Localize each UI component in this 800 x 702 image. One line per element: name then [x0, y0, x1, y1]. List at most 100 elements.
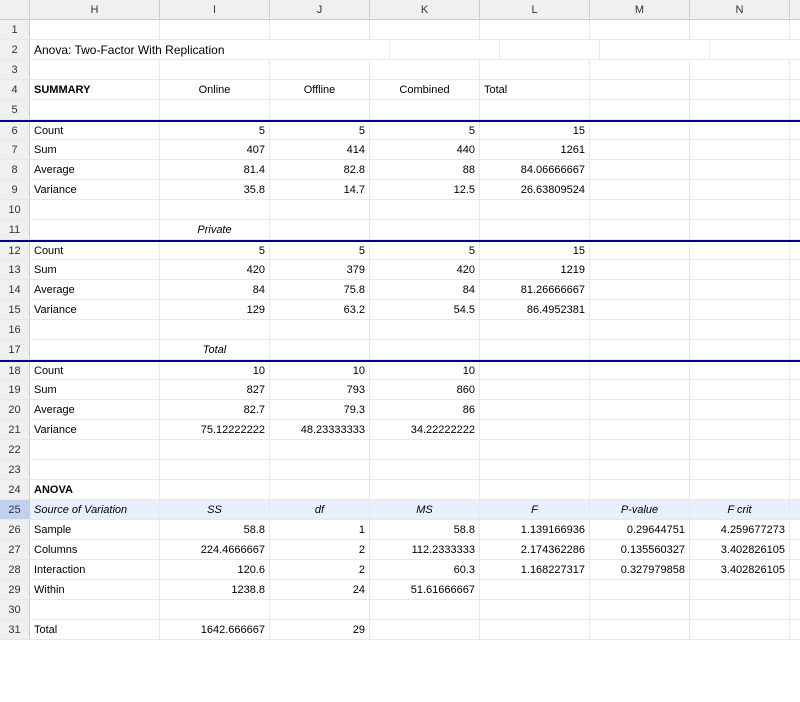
rownum-20: 20	[0, 400, 30, 419]
cell-n21	[690, 420, 790, 439]
cell-j5	[270, 100, 370, 119]
cell-k4: Combined	[370, 80, 480, 99]
cell-l23	[480, 460, 590, 479]
cell-n27: 3.402826105	[690, 540, 790, 559]
cell-k10	[370, 200, 480, 219]
cell-m13	[590, 260, 690, 279]
cell-i22	[160, 440, 270, 459]
rownum-16: 16	[0, 320, 30, 339]
col-header-g	[0, 0, 30, 19]
cell-k16	[370, 320, 480, 339]
row-15: 15 Variance 129 63.2 54.5 86.4952381	[0, 300, 800, 320]
cell-j18: 10	[270, 362, 370, 379]
cell-m29	[590, 580, 690, 599]
cell-k15: 54.5	[370, 300, 480, 319]
cell-n16	[690, 320, 790, 339]
column-headers: H I J K L M N	[0, 0, 800, 20]
cell-l16	[480, 320, 590, 339]
cell-m14	[590, 280, 690, 299]
row-14: 14 Average 84 75.8 84 81.26666667	[0, 280, 800, 300]
rownum-19: 19	[0, 380, 30, 399]
cell-k18: 10	[370, 362, 480, 379]
cell-n4	[690, 80, 790, 99]
cell-j8: 82.8	[270, 160, 370, 179]
cell-n24	[690, 480, 790, 499]
rownum-7: 7	[0, 140, 30, 159]
cell-m31	[590, 620, 690, 639]
cell-m21	[590, 420, 690, 439]
cell-n14	[690, 280, 790, 299]
cell-n29	[690, 580, 790, 599]
cell-m10	[590, 200, 690, 219]
cell-i24	[160, 480, 270, 499]
cell-j22	[270, 440, 370, 459]
cell-h6: Count	[30, 122, 160, 139]
cell-l5	[480, 100, 590, 119]
cell-h9: Variance	[30, 180, 160, 199]
cell-i15: 129	[160, 300, 270, 319]
cell-h11	[30, 220, 160, 239]
col-header-l: L	[480, 0, 590, 19]
cell-j7: 414	[270, 140, 370, 159]
cell-h21: Variance	[30, 420, 160, 439]
cell-j23	[270, 460, 370, 479]
cell-i23	[160, 460, 270, 479]
row-4: 4 SUMMARY Online Offline Combined Total	[0, 80, 800, 100]
cell-k28: 60.3	[370, 560, 480, 579]
rownum-27: 27	[0, 540, 30, 559]
cell-h3	[30, 60, 160, 79]
cell-j24	[270, 480, 370, 499]
cell-n23	[690, 460, 790, 479]
row-23: 23	[0, 460, 800, 480]
cell-m3	[590, 60, 690, 79]
cell-n26: 4.259677273	[690, 520, 790, 539]
cell-j16	[270, 320, 370, 339]
cell-h27: Columns	[30, 540, 160, 559]
cell-i28: 120.6	[160, 560, 270, 579]
cell-n15	[690, 300, 790, 319]
cell-j19: 793	[270, 380, 370, 399]
cell-j26: 1	[270, 520, 370, 539]
cell-n17	[690, 340, 790, 359]
row-10: 10	[0, 200, 800, 220]
cell-n9	[690, 180, 790, 199]
cell-m22	[590, 440, 690, 459]
cell-m17	[590, 340, 690, 359]
cell-n8	[690, 160, 790, 179]
cell-l1	[480, 20, 590, 39]
cell-m5	[590, 100, 690, 119]
rownum-22: 22	[0, 440, 30, 459]
cell-k24	[370, 480, 480, 499]
rownum-2: 2	[0, 40, 30, 59]
cell-n10	[690, 200, 790, 219]
cell-m11	[590, 220, 690, 239]
cell-i29: 1238.8	[160, 580, 270, 599]
row-7: 7 Sum 407 414 440 1261	[0, 140, 800, 160]
cell-h12: Count	[30, 242, 160, 259]
cell-i20: 82.7	[160, 400, 270, 419]
cell-j17	[270, 340, 370, 359]
cell-n5	[690, 100, 790, 119]
cell-l28: 1.168227317	[480, 560, 590, 579]
cell-k13: 420	[370, 260, 480, 279]
cell-i30	[160, 600, 270, 619]
cell-i2	[390, 40, 500, 59]
cell-m25: P-value	[590, 500, 690, 519]
cell-l18	[480, 362, 590, 379]
cell-l25: F	[480, 500, 590, 519]
cell-k7: 440	[370, 140, 480, 159]
spreadsheet: H I J K L M N 1 2 Anova: Two-Factor With…	[0, 0, 800, 702]
cell-k27: 112.2333333	[370, 540, 480, 559]
cell-n12	[690, 242, 790, 259]
cell-n7	[690, 140, 790, 159]
rownum-6: 6	[0, 122, 30, 139]
col-header-m: M	[590, 0, 690, 19]
cell-h5	[30, 100, 160, 119]
cell-j20: 79.3	[270, 400, 370, 419]
cell-h13: Sum	[30, 260, 160, 279]
cell-l9: 26.63809524	[480, 180, 590, 199]
cell-h25: Source of Variation	[30, 500, 160, 519]
cell-k21: 34.22222222	[370, 420, 480, 439]
cell-i12: 5	[160, 242, 270, 259]
cell-n31	[690, 620, 790, 639]
